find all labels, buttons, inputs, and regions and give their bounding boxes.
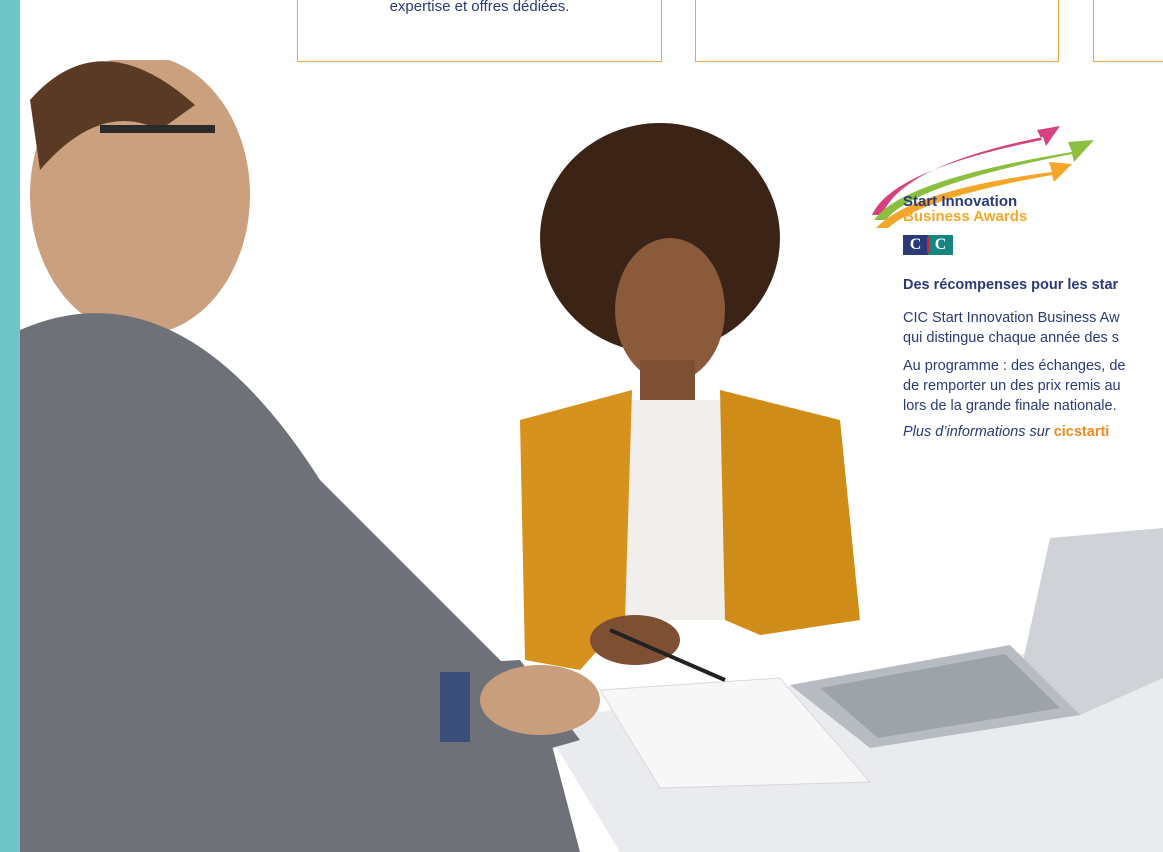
awards-paragraph-1: CIC Start Innovation Business Aw qui dis… — [903, 308, 1163, 348]
more-info-line: Plus d’informations sur cicstarti — [903, 422, 1163, 442]
awards-heading: Des récompenses pour les star — [903, 277, 1119, 293]
info-card-1: expertise et offres dédiées. — [297, 0, 662, 62]
logo-title-line2: Business Awards — [903, 208, 1028, 225]
info-card-1-text: expertise et offres dédiées. — [389, 0, 570, 15]
awards-paragraph-2-line-1: Au programme : des échanges, de — [903, 358, 1126, 374]
cic-logo-left: C — [903, 235, 928, 255]
info-card-3 — [1093, 0, 1163, 62]
awards-paragraph-2: Au programme : des échanges, de de rempo… — [903, 356, 1163, 416]
start-innovation-logo — [872, 126, 1094, 228]
awards-paragraph-2-line-2: de remporter un des prix remis au — [903, 378, 1121, 394]
info-card-2 — [695, 0, 1059, 62]
more-info-prefix: Plus d’informations sur — [903, 424, 1054, 440]
cic-logo-right: C — [928, 235, 953, 255]
awards-text-block: Des récompenses pour les star CIC Start … — [903, 276, 1163, 442]
cic-logo: C C — [903, 235, 953, 255]
left-accent-band — [0, 0, 20, 852]
more-info-link[interactable]: cicstarti — [1054, 424, 1110, 440]
awards-paragraph-2-line-3: lors de la grande finale nationale. — [903, 398, 1117, 414]
awards-paragraph-1-line-2: qui distingue chaque année des s — [903, 330, 1120, 346]
awards-paragraph-1-line-1: CIC Start Innovation Business Aw — [903, 310, 1120, 326]
man-illustration — [20, 60, 600, 852]
cic-logo-separator — [927, 237, 929, 253]
